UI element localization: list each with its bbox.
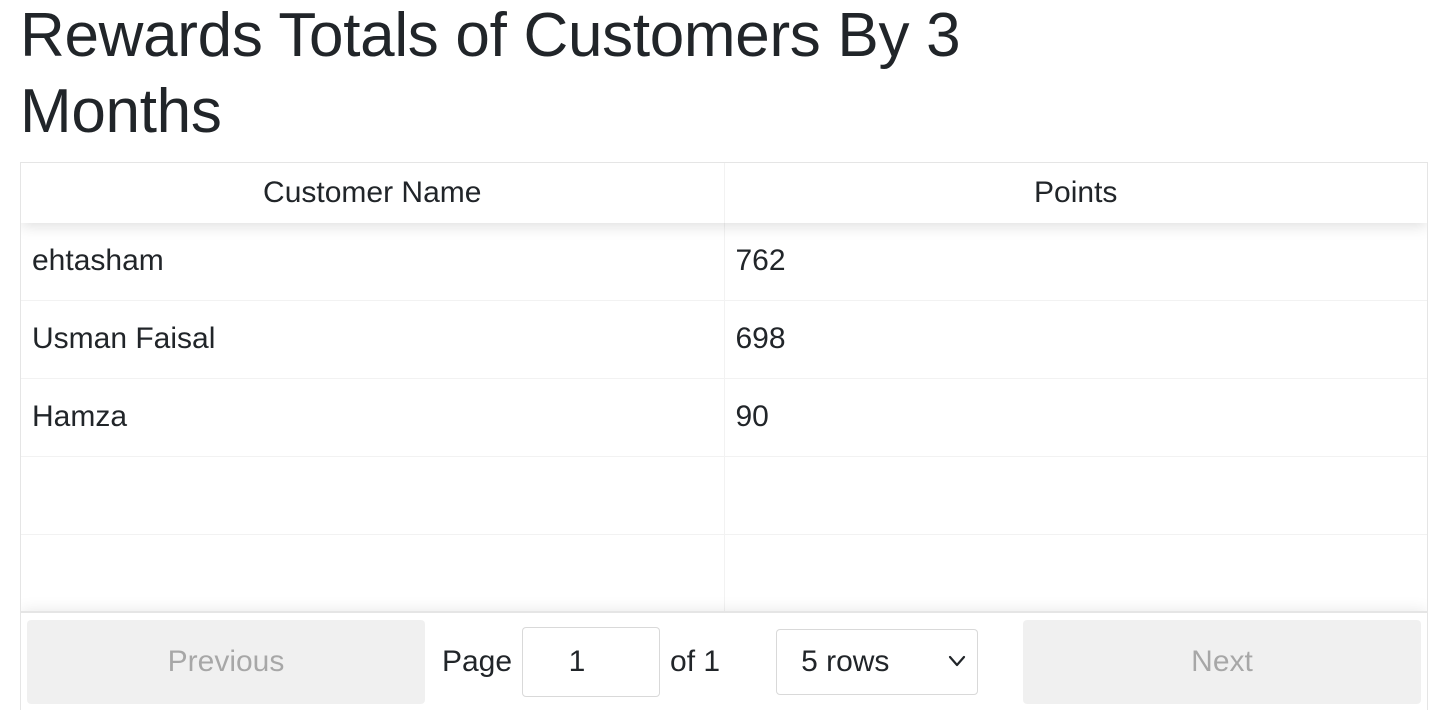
- page-info: Page of 1: [442, 627, 720, 697]
- page-title: Rewards Totals of Customers By 3 Months: [20, 1, 961, 146]
- page-size-select[interactable]: 5 rows: [776, 629, 979, 695]
- customer-name-cell: Usman Faisal: [21, 301, 725, 378]
- points-cell: [725, 535, 1428, 612]
- page-label: Page: [441, 645, 513, 678]
- customer-name-cell: Hamza: [21, 379, 725, 456]
- pagination-center: Page of 1 5 rows: [425, 627, 995, 697]
- page-size-selected-value: 5 rows: [801, 645, 890, 678]
- page-number-input[interactable]: [522, 627, 661, 697]
- points-cell: [725, 457, 1428, 534]
- table-row: ehtasham 762: [21, 223, 1427, 301]
- table-row-empty: [21, 457, 1427, 535]
- table-header: Customer Name Points: [21, 163, 1427, 223]
- next-button[interactable]: Next: [1023, 620, 1421, 704]
- customer-name-cell: [21, 457, 725, 534]
- table-row: Hamza 90: [21, 379, 1427, 457]
- column-header-customer-name[interactable]: Customer Name: [21, 163, 725, 223]
- rewards-table: Customer Name Points ehtasham 762 Usman …: [20, 162, 1428, 710]
- column-header-points[interactable]: Points: [725, 163, 1428, 223]
- pagination-bar: Previous Page of 1 5 rows Next: [21, 611, 1427, 710]
- points-cell: 698: [735, 321, 786, 355]
- table-row-empty: [21, 535, 1427, 613]
- customer-name-cell: [21, 535, 725, 612]
- previous-button[interactable]: Previous: [27, 620, 425, 704]
- total-pages-label: of 1: [670, 645, 721, 678]
- table-row: Usman Faisal 698: [21, 301, 1427, 379]
- customer-name-cell: ehtasham: [21, 223, 725, 300]
- points-cell: 90: [735, 399, 769, 433]
- points-cell: 762: [735, 243, 786, 277]
- table-body: ehtasham 762 Usman Faisal 698 Hamza 90: [21, 223, 1427, 613]
- chevron-down-icon: [948, 655, 966, 667]
